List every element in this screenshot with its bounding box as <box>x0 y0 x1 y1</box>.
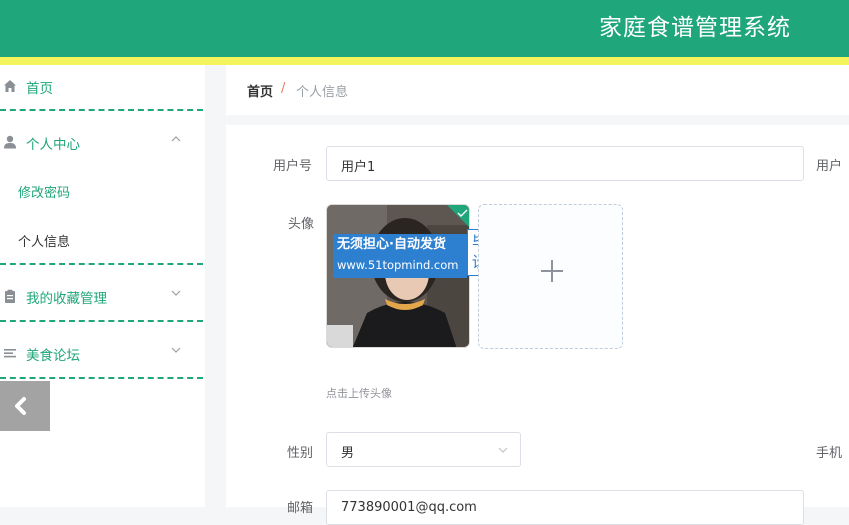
watermark-line: www.51topmind.com <box>337 258 459 272</box>
breadcrumb-separator: / <box>281 81 286 96</box>
profile-form: 用户号 用户1 用户 头像 无须担心·自动发货 www.51topmind.co… <box>226 125 849 525</box>
sidebar-item-label: 首页 <box>26 81 53 97</box>
sidebar-item-label: 美食论坛 <box>26 348 80 364</box>
sidebar-item-personal-center[interactable]: 个人中心 <box>0 123 205 163</box>
avatar-image[interactable]: 无须担心·自动发货 www.51topmind.com <box>326 204 470 348</box>
username-input[interactable]: 用户1 <box>326 146 804 181</box>
sidebar-subitem-personal-info[interactable]: 个人信息 <box>18 231 70 250</box>
chevron-left-icon <box>15 397 26 415</box>
avatar-label: 头像 <box>288 217 315 232</box>
menu-lines-icon <box>4 349 16 358</box>
sidebar-item-home[interactable]: 首页 <box>0 67 205 107</box>
sidebar: 首页 个人中心 修改密码 个人信息 我的收藏管理 美食论坛 <box>0 65 205 507</box>
upload-hint: 点击上传头像 <box>326 387 392 400</box>
phone-label: 手机 <box>816 446 843 461</box>
avatar-upload-button[interactable] <box>478 204 623 349</box>
sidebar-collapse-button[interactable] <box>0 381 50 431</box>
divider <box>0 377 203 379</box>
user-icon <box>4 135 16 149</box>
plus-icon <box>541 260 563 282</box>
chevron-up-icon <box>171 136 181 142</box>
sidebar-item-label: 我的收藏管理 <box>26 291 107 307</box>
breadcrumb: 首页 / 个人信息 <box>226 65 849 115</box>
chevron-down-icon <box>498 447 508 453</box>
sidebar-subitem-change-password[interactable]: 修改密码 <box>18 182 70 201</box>
username-label: 用户号 <box>273 159 313 174</box>
home-icon <box>4 80 16 92</box>
chevron-down-icon <box>171 347 181 353</box>
watermark-banner: 无须担心·自动发货 www.51topmind.com <box>333 234 467 278</box>
sidebar-item-label: 个人中心 <box>26 137 80 153</box>
divider <box>0 320 203 322</box>
divider <box>0 109 203 111</box>
clipboard-icon <box>5 289 15 303</box>
sidebar-item-food-forum[interactable]: 美食论坛 <box>0 334 205 374</box>
gender-label: 性别 <box>287 446 314 461</box>
gender-select[interactable]: 男 <box>326 432 521 467</box>
breadcrumb-current: 个人信息 <box>296 85 349 100</box>
app-title: 家庭食谱管理系统 <box>599 15 791 41</box>
watermark-line: 无须担心·自动发货 <box>337 237 446 252</box>
chevron-down-icon <box>171 290 181 296</box>
sidebar-item-favorites[interactable]: 我的收藏管理 <box>0 277 205 317</box>
breadcrumb-home[interactable]: 首页 <box>247 81 273 100</box>
user-name-label: 用户 <box>816 159 843 174</box>
divider <box>0 263 203 265</box>
email-input[interactable]: 773890001@qq.com <box>326 490 804 525</box>
header-accent-line <box>0 57 849 65</box>
